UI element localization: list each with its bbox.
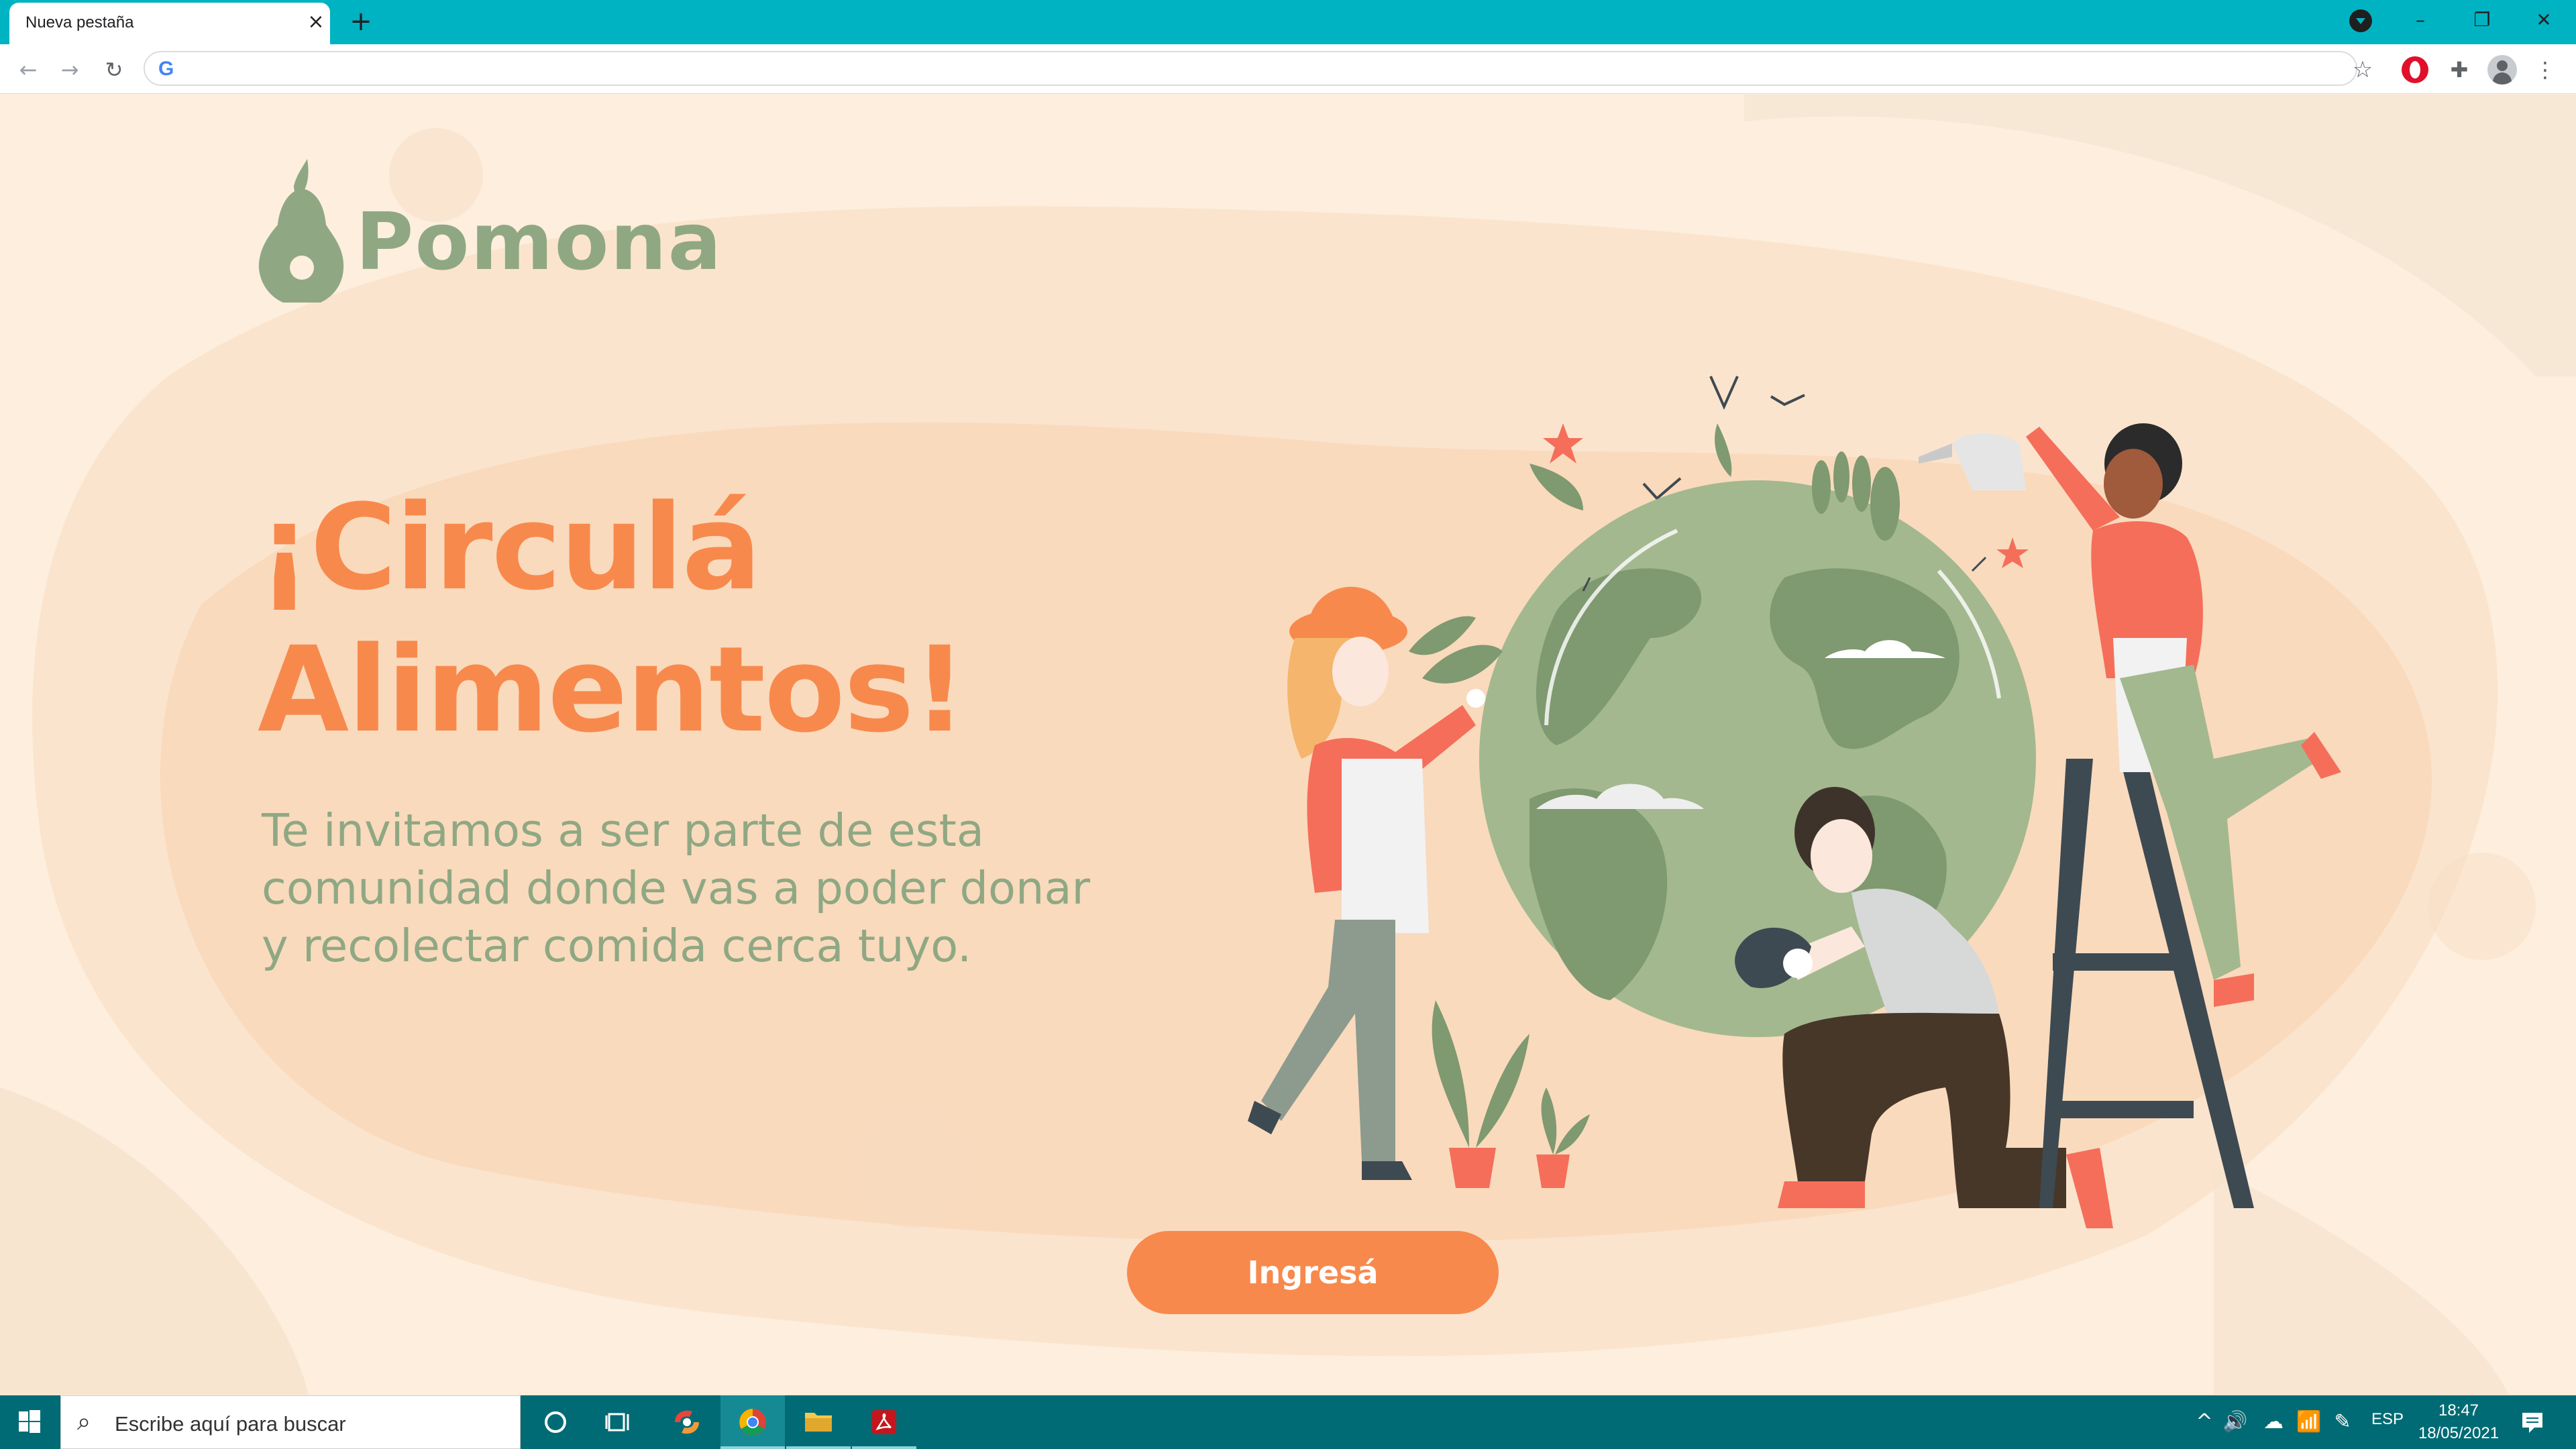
subtitle-line-2: comunidad donde vas a poder donar [262, 862, 1091, 914]
headline-line-2: Alimentos! [258, 621, 967, 759]
search-icon: ⌕ [77, 1408, 91, 1436]
windows-start-icon[interactable] [0, 1395, 59, 1449]
landing-page: Pomona ¡Circulá Alimentos! Te invitamos … [0, 95, 2576, 1395]
address-bar[interactable]: G [144, 51, 2357, 86]
pen-icon[interactable]: ✎ [2328, 1407, 2357, 1437]
page-headline: ¡Circulá Alimentos! [258, 477, 967, 761]
pear-logo-icon [258, 159, 344, 307]
taskbar-clock[interactable]: 18:47 18/05/2021 [2408, 1399, 2509, 1445]
taskbar-search-input[interactable]: ⌕ Escribe aquí para buscar [60, 1395, 521, 1449]
tab-search-icon[interactable] [2349, 9, 2372, 32]
browser-title-bar: Nueva pestaña × + – ❐ ✕ [0, 0, 2576, 44]
acrobat-reader-icon[interactable] [852, 1395, 916, 1449]
bookmark-star-icon[interactable]: ☆ [2348, 55, 2377, 85]
language-indicator[interactable]: ESP [2368, 1410, 2407, 1429]
forward-icon[interactable]: → [54, 54, 86, 86]
onedrive-cloud-icon[interactable]: ☁ [2257, 1407, 2290, 1437]
browser-tab[interactable]: Nueva pestaña × [9, 3, 330, 44]
network-icon[interactable]: 📶 [2294, 1407, 2324, 1437]
file-explorer-icon[interactable] [786, 1395, 851, 1449]
search-placeholder: Escribe aquí para buscar [115, 1412, 346, 1436]
google-icon: G [158, 58, 174, 80]
logo-text: Pomona [356, 195, 723, 288]
headline-line-1: ¡Circulá [258, 479, 761, 616]
app-icon[interactable] [655, 1395, 719, 1449]
chrome-icon[interactable] [720, 1395, 785, 1449]
opera-extension-icon[interactable] [2402, 56, 2428, 83]
pomona-logo: Pomona [255, 155, 738, 307]
clock-date: 18/05/2021 [2418, 1424, 2500, 1442]
reload-icon[interactable]: ↻ [98, 54, 130, 86]
subtitle-line-1: Te invitamos a ser parte de esta [262, 804, 984, 857]
browser-toolbar: ← → ↻ G ☆ ✚ ⋮ [0, 44, 2576, 94]
back-icon[interactable]: ← [12, 54, 44, 86]
volume-icon[interactable]: 🔊 [2220, 1407, 2250, 1437]
earth-community-illustration [1248, 376, 2341, 1228]
maximize-button[interactable]: ❐ [2462, 3, 2502, 38]
menu-dots-icon[interactable]: ⋮ [2530, 55, 2560, 85]
new-tab-icon[interactable]: + [346, 7, 376, 36]
windows-taskbar: ⌕ Escribe aquí para buscar ^ 🔊 ☁ 📶 ✎ ESP… [0, 1395, 2576, 1449]
task-view-icon[interactable] [588, 1395, 652, 1449]
profile-avatar[interactable] [2487, 55, 2517, 85]
clock-time: 18:47 [2438, 1401, 2479, 1419]
notification-center-icon[interactable] [2517, 1407, 2548, 1437]
tray-chevron-icon[interactable]: ^ [2190, 1407, 2219, 1437]
minimize-button[interactable]: – [2400, 3, 2440, 38]
close-window-button[interactable]: ✕ [2524, 3, 2564, 38]
cortana-icon[interactable] [523, 1395, 588, 1449]
tab-close-icon[interactable]: × [305, 11, 327, 34]
ingresa-button[interactable]: Ingresá [1127, 1231, 1499, 1314]
tab-title: Nueva pestaña [25, 13, 134, 32]
page-subtitle: Te invitamos a ser parte de esta comunid… [262, 802, 1134, 975]
subtitle-line-3: y recolectar comida cerca tuyo. [262, 920, 972, 972]
extensions-puzzle-icon[interactable]: ✚ [2445, 55, 2474, 85]
